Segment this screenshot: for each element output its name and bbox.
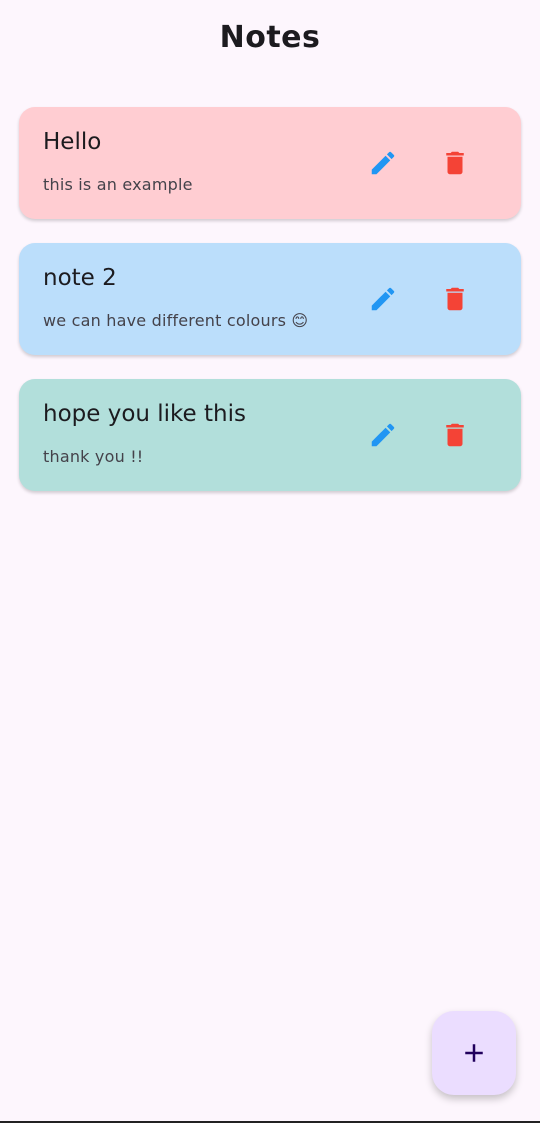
note-card[interactable]: Hello this is an example [19, 107, 521, 219]
pencil-icon [371, 423, 395, 447]
plus-icon [465, 1044, 483, 1062]
note-title: note 2 [43, 265, 117, 291]
note-body: this is an example [43, 175, 193, 194]
note-card[interactable]: hope you like this thank you !! [19, 379, 521, 491]
note-body: we can have different colours 😊 [43, 311, 309, 330]
delete-button[interactable] [439, 419, 471, 451]
add-note-button[interactable] [432, 1011, 516, 1095]
delete-button[interactable] [439, 147, 471, 179]
pencil-icon [371, 151, 395, 175]
note-actions [367, 283, 471, 315]
edit-button[interactable] [367, 419, 399, 451]
note-title: Hello [43, 129, 102, 155]
page-title: Notes [219, 20, 321, 55]
note-card[interactable]: note 2 we can have different colours 😊 [19, 243, 521, 355]
delete-button[interactable] [439, 283, 471, 315]
note-body: thank you !! [43, 447, 144, 466]
trash-icon [446, 423, 464, 447]
trash-icon [446, 151, 464, 175]
trash-icon [446, 287, 464, 311]
note-actions [367, 419, 471, 451]
note-actions [367, 147, 471, 179]
edit-button[interactable] [367, 283, 399, 315]
note-title: hope you like this [43, 401, 246, 427]
notes-list: Hello this is an example note 2 we can h… [19, 107, 521, 515]
edit-button[interactable] [367, 147, 399, 179]
pencil-icon [371, 287, 395, 311]
